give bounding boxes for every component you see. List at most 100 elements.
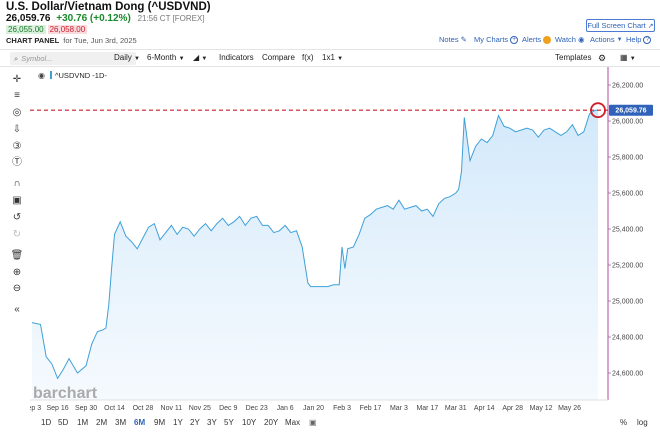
notes-link[interactable]: Notes ✎ — [439, 35, 467, 44]
lines-icon[interactable]: ≡ — [10, 89, 24, 103]
period-3y[interactable]: 3Y — [207, 418, 217, 427]
period-6m[interactable]: 6M — [134, 418, 145, 427]
x-tick-label: Jan 20 — [303, 405, 324, 412]
x-tick-label: Sep 16 — [47, 405, 69, 412]
y-tick-label: 25,000.00 — [612, 299, 643, 306]
x-tick-label: Feb 17 — [360, 405, 382, 412]
fx-button[interactable]: f(x) — [302, 53, 314, 62]
last-price: 26,059.76 — [6, 13, 51, 24]
interval-select[interactable]: Daily ▼ — [114, 53, 140, 62]
symbol-placeholder: Symbol... — [21, 54, 53, 63]
plus-circle-icon: + — [510, 35, 519, 44]
arrow-down-icon[interactable]: ⇩ — [10, 123, 24, 137]
help-label: Help — [626, 35, 642, 44]
magnet-icon[interactable]: ∩ — [10, 177, 24, 191]
indicators-button[interactable]: Indicators — [219, 53, 254, 62]
log-toggle[interactable]: log — [637, 418, 648, 427]
alerts-link[interactable]: Alerts — [522, 35, 552, 44]
counter-icon[interactable]: ③ — [10, 140, 24, 154]
chevron-down-icon: ▼ — [616, 36, 623, 43]
chevron-down-icon: ▼ — [201, 56, 208, 62]
x-tick-label: Jan 6 — [277, 405, 294, 412]
alert-icon — [543, 35, 552, 44]
my-charts-link[interactable]: My Charts + — [474, 35, 519, 44]
compare-button[interactable]: Compare — [262, 53, 295, 62]
period-1d[interactable]: 1D — [41, 418, 51, 427]
y-tick-label: 25,800.00 — [612, 155, 643, 162]
eye-icon: ◉ — [577, 35, 585, 44]
layout-label: 1x1 — [322, 53, 335, 62]
x-tick-label: Sep 3 — [30, 405, 41, 412]
zoom-out-icon[interactable]: ⊖ — [10, 282, 24, 296]
x-tick-label: Mar 17 — [416, 405, 438, 412]
x-tick-label: May 12 — [530, 405, 553, 412]
gear-icon[interactable]: ⚙ — [598, 53, 606, 64]
x-tick-label: Oct 28 — [133, 405, 154, 412]
chevron-down-icon: ▼ — [337, 56, 344, 62]
range-bar: 1D 5D 1M 2M 3M 6M 9M 1Y 2Y 3Y 5Y 10Y 20Y… — [0, 413, 660, 433]
period-3m[interactable]: 3M — [115, 418, 126, 427]
shapes-icon[interactable]: ◎ — [10, 106, 24, 120]
y-tick-label: 25,200.00 — [612, 263, 643, 270]
series-legend[interactable]: ◉ ^USDVND -1D- — [38, 71, 107, 80]
price-area — [32, 110, 598, 400]
period-5d[interactable]: 5D — [58, 418, 68, 427]
templates-button[interactable]: Templates — [555, 53, 591, 62]
y-tick-label: 26,200.00 — [612, 83, 643, 90]
range-label: 6-Month — [147, 53, 177, 62]
redo-icon[interactable]: ↻ — [10, 228, 24, 242]
y-tick-label: 25,600.00 — [612, 191, 643, 198]
period-2y[interactable]: 2Y — [190, 418, 200, 427]
eye-icon[interactable]: ◉ — [38, 71, 45, 80]
x-tick-label: Apr 14 — [474, 405, 495, 412]
percent-toggle[interactable]: % — [620, 418, 627, 427]
layout-select[interactable]: 1x1 ▼ — [322, 53, 343, 62]
notes-label: Notes — [439, 35, 459, 44]
quote-time: 21:56 CT [FOREX] — [137, 14, 205, 23]
chart-type-button[interactable]: ◢ ▼ — [193, 53, 207, 62]
undo-icon[interactable]: ↺ — [10, 211, 24, 225]
current-price-tag: 26,059.76 — [609, 104, 653, 116]
collapse-icon[interactable]: « — [10, 303, 24, 317]
trash-icon[interactable]: 🗑︎ — [10, 249, 24, 263]
crosshair-icon[interactable]: ✛ — [10, 73, 24, 87]
my-charts-label: My Charts — [474, 35, 509, 44]
instrument-title: U.S. Dollar/Vietnam Dong (^USDVND) — [6, 1, 211, 13]
chart-panel-label: CHART PANEL for Tue, Jun 3rd, 2025 — [6, 36, 137, 45]
chart-menu-button[interactable]: ▦ ▼ — [620, 53, 636, 62]
chevron-down-icon: ▼ — [134, 56, 140, 62]
watch-label: Watch — [555, 35, 576, 44]
text-tool-icon[interactable]: Ⓣ — [10, 156, 24, 170]
series-legend-label: ^USDVND -1D- — [55, 71, 107, 80]
period-1y[interactable]: 1Y — [173, 418, 183, 427]
period-2m[interactable]: 2M — [96, 418, 107, 427]
watch-link[interactable]: Watch ◉ — [555, 35, 585, 44]
period-9m[interactable]: 9M — [154, 418, 165, 427]
chart-toolbar: ⌕ Symbol... Daily ▼ 6-Month ▼ ◢ ▼ Indica… — [0, 49, 660, 67]
x-tick-label: Dec 23 — [246, 405, 268, 412]
price-line: 26,059.76 +30.76 (+0.12%) 21:56 CT [FORE… — [6, 13, 205, 24]
lock-icon[interactable]: ▣ — [10, 194, 24, 208]
period-10y[interactable]: 10Y — [242, 418, 256, 427]
calendar-icon[interactable]: ▣ — [309, 418, 317, 427]
full-screen-chart-button[interactable]: Full Screen Chart ↗ — [586, 19, 655, 32]
period-5y[interactable]: 5Y — [224, 418, 234, 427]
price-chart[interactable]: Sep 3 Sep 16 Sep 30 Oct 14 Oct 28 Nov 11 Nov 2… — [30, 67, 660, 413]
grid-icon: ▦ — [620, 53, 628, 62]
range-select[interactable]: 6-Month ▼ — [147, 53, 185, 62]
zoom-in-icon[interactable]: ⊕ — [10, 266, 24, 280]
panel-title: CHART PANEL — [6, 36, 60, 45]
panel-date: for Tue, Jun 3rd, 2025 — [63, 36, 137, 45]
period-max[interactable]: Max — [285, 418, 300, 427]
x-tick-label: Apr 28 — [502, 405, 523, 412]
quote-header: U.S. Dollar/Vietnam Dong (^USDVND) 26,05… — [0, 0, 660, 48]
x-tick-label: Sep 30 — [75, 405, 97, 412]
search-icon: ⌕ — [14, 53, 19, 63]
period-1m[interactable]: 1M — [77, 418, 88, 427]
help-link[interactable]: Help ? — [626, 35, 652, 44]
barchart-watermark: barchart — [33, 385, 98, 402]
y-tick-label: 25,400.00 — [612, 227, 643, 234]
y-tick-label: 26,000.00 — [612, 119, 643, 126]
period-20y[interactable]: 20Y — [264, 418, 278, 427]
actions-menu[interactable]: Actions ▼ — [590, 35, 623, 44]
